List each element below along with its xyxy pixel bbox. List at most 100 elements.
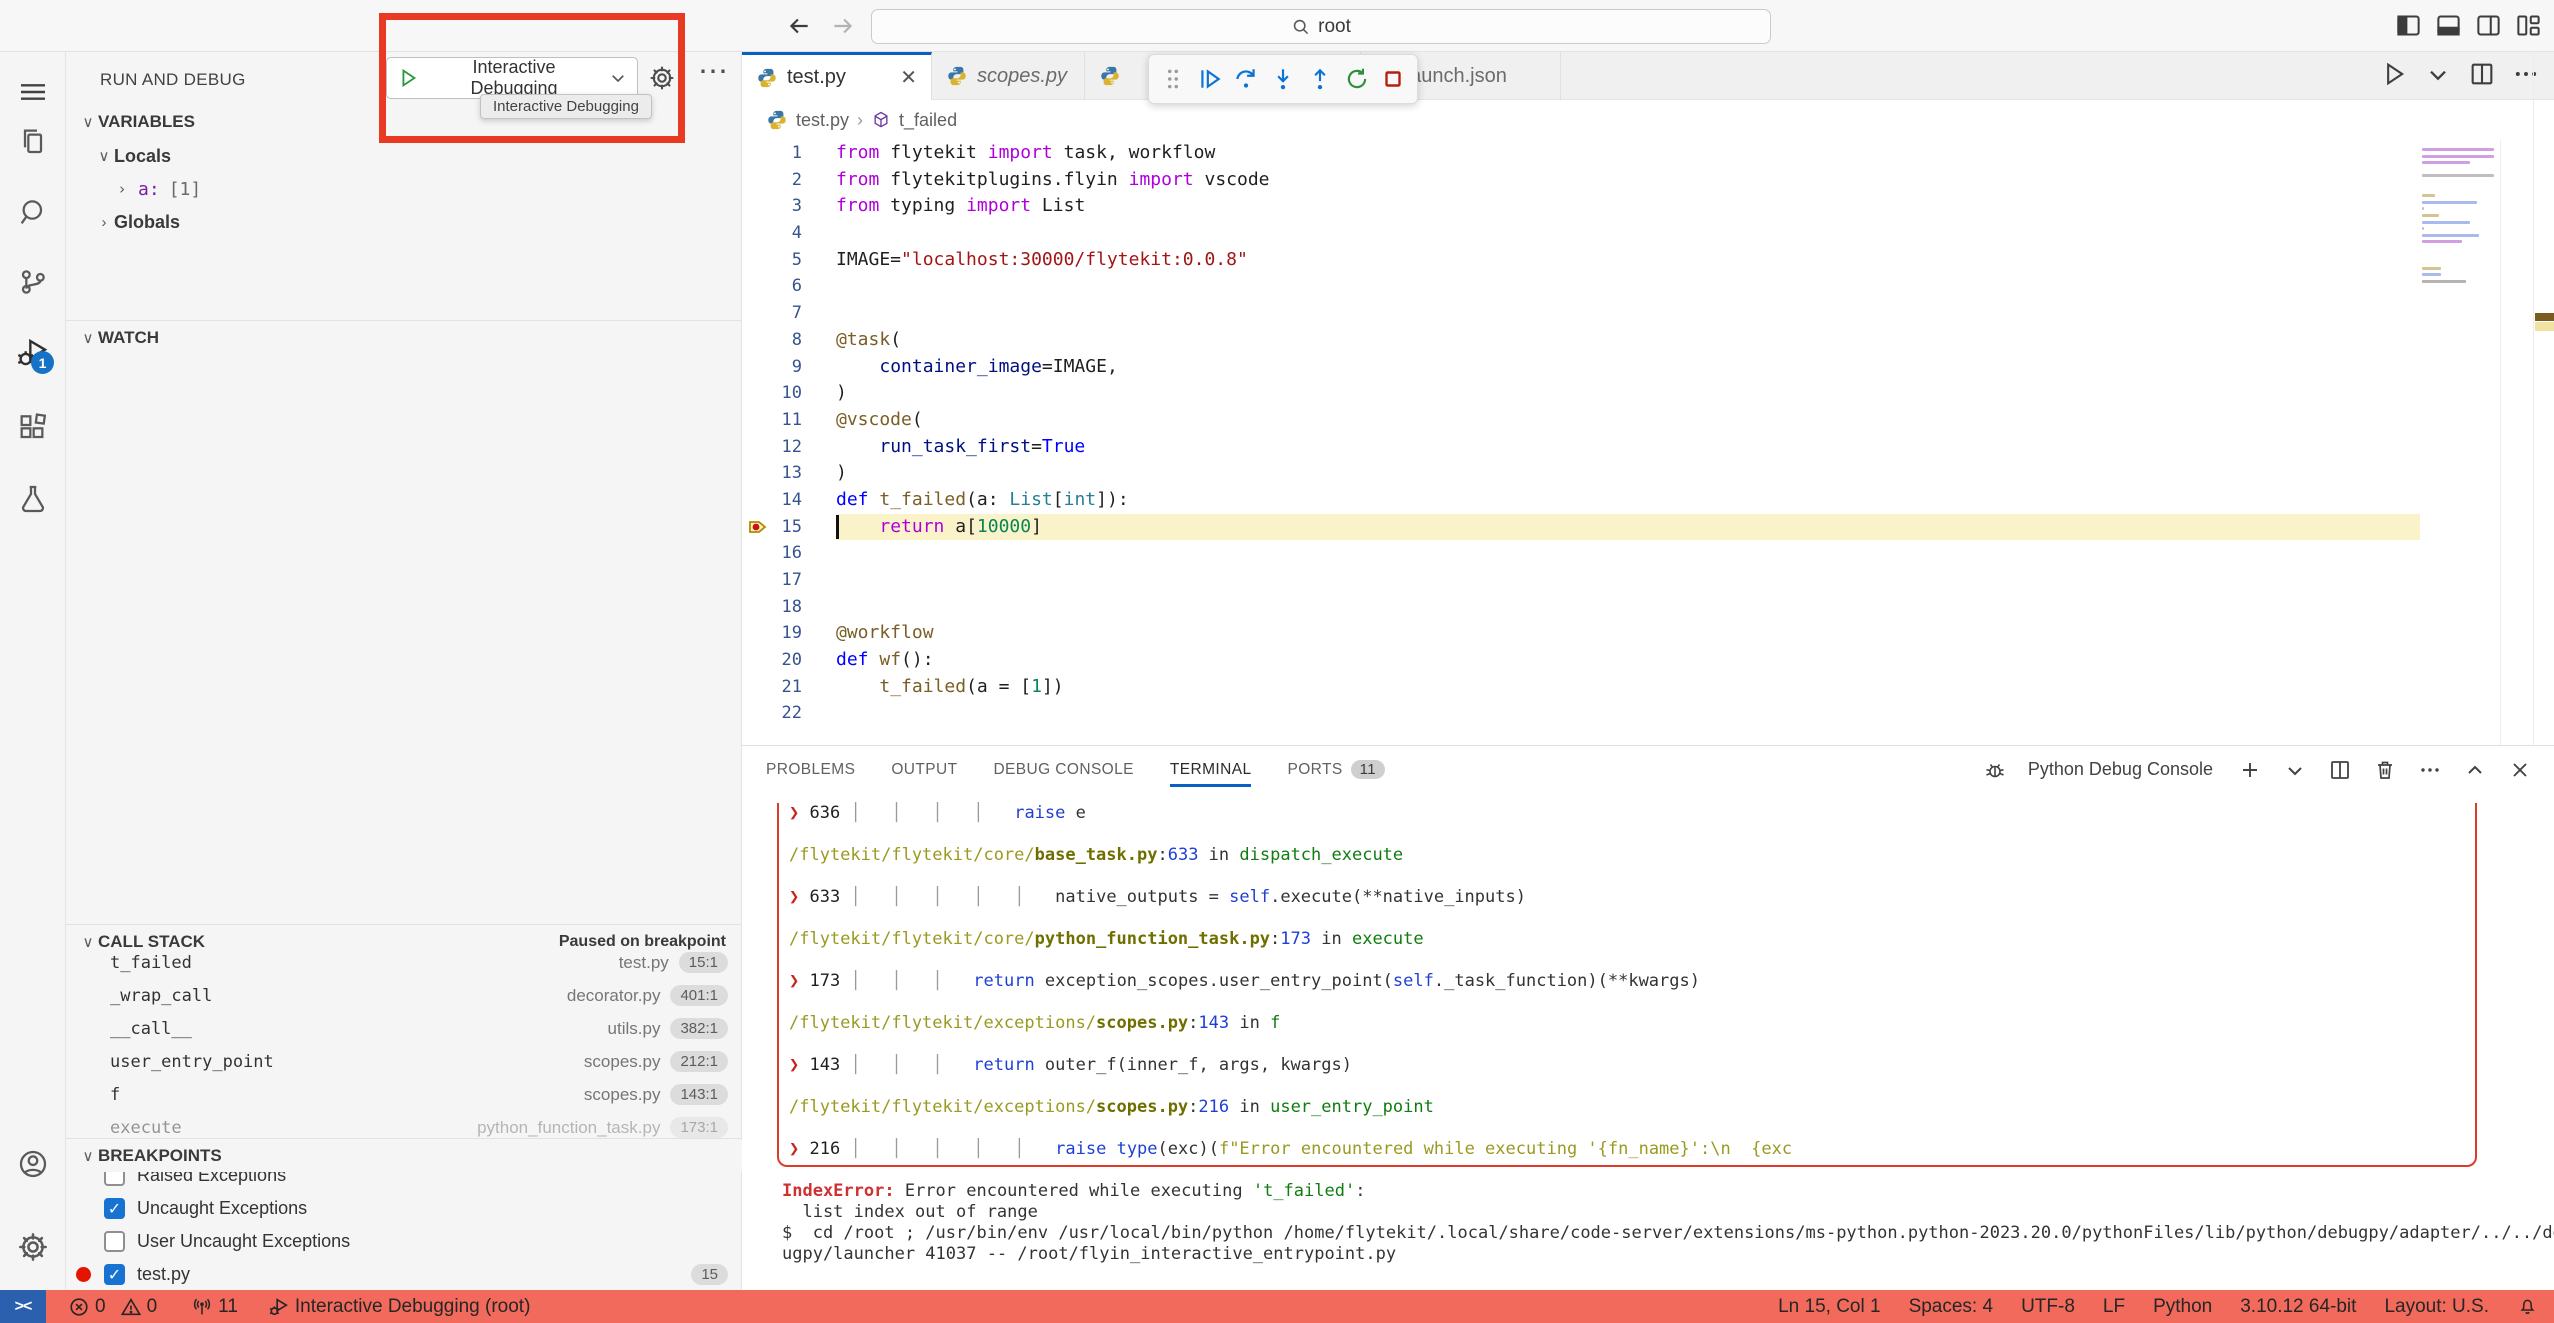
stack-frame[interactable]: fscopes.py143:1 bbox=[66, 1078, 742, 1111]
code-line[interactable]: 11@vscode( bbox=[742, 407, 2554, 434]
breakpoint-row[interactable]: User Uncaught Exceptions bbox=[66, 1225, 742, 1258]
testing-icon[interactable] bbox=[17, 483, 49, 515]
breakpoints-section-header[interactable]: ∨BREAKPOINTS bbox=[66, 1140, 742, 1172]
panel-tab-terminal[interactable]: TERMINAL bbox=[1170, 761, 1252, 779]
line-number[interactable]: 13 bbox=[742, 460, 836, 487]
step-over-icon[interactable] bbox=[1233, 66, 1259, 92]
breakpoint-row[interactable]: ✓test.py15 bbox=[66, 1258, 742, 1291]
ports-status[interactable]: 11 bbox=[191, 1296, 238, 1318]
locals-scope[interactable]: ∨Locals bbox=[66, 140, 742, 172]
stop-icon[interactable] bbox=[1380, 66, 1406, 92]
status-item[interactable]: 3.10.12 64-bit bbox=[2240, 1296, 2356, 1318]
terminal-dropdown-chevron-icon[interactable] bbox=[2283, 758, 2307, 782]
start-debug-icon[interactable] bbox=[397, 67, 419, 89]
code-line[interactable]: 14def t_failed(a: List[int]): bbox=[742, 487, 2554, 514]
explorer-icon[interactable] bbox=[17, 126, 49, 158]
search-sidebar-icon[interactable] bbox=[17, 196, 49, 228]
tab-test.py[interactable]: test.py✕ bbox=[742, 52, 932, 100]
run-dropdown-chevron-icon[interactable] bbox=[2424, 60, 2452, 88]
stack-frame[interactable]: t_failedtest.py15:1 bbox=[66, 946, 742, 979]
stack-frame[interactable]: __call__utils.py382:1 bbox=[66, 1012, 742, 1045]
panel-tab-problems[interactable]: PROBLEMS bbox=[766, 761, 855, 779]
status-item[interactable]: Python bbox=[2153, 1296, 2212, 1318]
restart-icon[interactable] bbox=[1344, 66, 1370, 92]
code-line[interactable]: 10) bbox=[742, 380, 2554, 407]
code-editor[interactable]: 1from flytekit import task, workflow2fro… bbox=[742, 140, 2554, 745]
tab-scopes.py[interactable]: scopes.py bbox=[932, 52, 1085, 100]
code-line[interactable]: 19@workflow bbox=[742, 620, 2554, 647]
line-number[interactable]: 14 bbox=[742, 487, 836, 514]
status-item[interactable]: Ln 15, Col 1 bbox=[1778, 1296, 1880, 1318]
line-number[interactable]: 3 bbox=[742, 193, 836, 220]
split-terminal-icon[interactable] bbox=[2328, 758, 2352, 782]
breakpoint-checkbox[interactable]: ✓ bbox=[104, 1198, 125, 1219]
code-line[interactable]: 3from typing import List bbox=[742, 193, 2554, 220]
toggle-sidebar-icon[interactable] bbox=[2395, 12, 2422, 39]
line-number[interactable]: 4 bbox=[742, 220, 836, 247]
line-number[interactable]: 11 bbox=[742, 407, 836, 434]
continue-icon[interactable] bbox=[1197, 66, 1223, 92]
code-line[interactable]: 4 bbox=[742, 220, 2554, 247]
code-line[interactable]: 16 bbox=[742, 540, 2554, 567]
account-icon[interactable] bbox=[17, 1148, 49, 1180]
line-number[interactable]: 8 bbox=[742, 327, 836, 354]
line-number[interactable]: 7 bbox=[742, 300, 836, 327]
breadcrumb-symbol[interactable]: t_failed bbox=[899, 110, 957, 131]
search-input[interactable]: root bbox=[871, 9, 1771, 44]
close-panel-icon[interactable] bbox=[2508, 758, 2532, 782]
close-tab-icon[interactable]: ✕ bbox=[900, 65, 917, 90]
line-number[interactable]: 9 bbox=[742, 354, 836, 381]
views-more-actions-icon[interactable]: ⋯ bbox=[698, 54, 730, 89]
forward-arrow-icon[interactable] bbox=[830, 13, 856, 39]
panel-more-actions-icon[interactable] bbox=[2418, 758, 2442, 782]
editor-scrollbar[interactable] bbox=[2500, 140, 2533, 745]
split-editor-icon[interactable] bbox=[2468, 60, 2496, 88]
code-line[interactable]: 9 container_image=IMAGE, bbox=[742, 354, 2554, 381]
code-line[interactable]: 12 run_task_first=True bbox=[742, 434, 2554, 461]
line-number[interactable]: 20 bbox=[742, 647, 836, 674]
code-line[interactable]: 22 bbox=[742, 700, 2554, 727]
code-line[interactable]: 15 return a[10000] bbox=[742, 514, 2554, 541]
run-python-file-icon[interactable] bbox=[2380, 60, 2408, 88]
variable-a[interactable]: › a: [1] bbox=[66, 173, 742, 205]
code-line[interactable]: 7 bbox=[742, 300, 2554, 327]
step-into-icon[interactable] bbox=[1270, 66, 1296, 92]
debug-config-dropdown[interactable]: Interactive Debugging bbox=[386, 57, 638, 99]
code-line[interactable]: 2from flytekitplugins.flyin import vscod… bbox=[742, 167, 2554, 194]
breakpoint-row[interactable]: ✓Uncaught Exceptions bbox=[66, 1192, 742, 1225]
stack-frame[interactable]: executepython_function_task.py173:1 bbox=[66, 1111, 742, 1138]
code-line[interactable]: 20def wf(): bbox=[742, 647, 2554, 674]
code-line[interactable]: 21 t_failed(a = [1]) bbox=[742, 674, 2554, 701]
panel-tab-ports[interactable]: PORTS11 bbox=[1287, 761, 1385, 779]
breakpoint-checkbox[interactable] bbox=[104, 1231, 125, 1252]
line-number[interactable]: 16 bbox=[742, 540, 836, 567]
toolbar-drag-handle[interactable] bbox=[1160, 66, 1186, 92]
minimap[interactable] bbox=[2420, 140, 2500, 745]
kill-terminal-icon[interactable] bbox=[2373, 758, 2397, 782]
variables-section-header[interactable]: ∨VARIABLES bbox=[66, 106, 742, 138]
status-item[interactable]: Spaces: 4 bbox=[1909, 1296, 1994, 1318]
line-number[interactable]: 10 bbox=[742, 380, 836, 407]
debug-settings-gear-icon[interactable] bbox=[648, 64, 676, 92]
breadcrumb-file[interactable]: test.py bbox=[796, 110, 849, 131]
status-item[interactable]: UTF-8 bbox=[2021, 1296, 2075, 1318]
problems-status[interactable]: 0 0 bbox=[68, 1296, 157, 1318]
code-line[interactable]: 8@task( bbox=[742, 327, 2554, 354]
step-out-icon[interactable] bbox=[1307, 66, 1333, 92]
code-line[interactable]: 13) bbox=[742, 460, 2554, 487]
customize-layout-icon[interactable] bbox=[2515, 12, 2542, 39]
code-line[interactable]: 6 bbox=[742, 273, 2554, 300]
terminal-output[interactable]: ❯ 636 │ │ │ │ raise e/flytekit/flytekit/… bbox=[742, 793, 2554, 1291]
back-arrow-icon[interactable] bbox=[786, 13, 812, 39]
breakpoint-checkbox[interactable]: ✓ bbox=[104, 1264, 125, 1285]
code-line[interactable]: 18 bbox=[742, 594, 2554, 621]
new-terminal-icon[interactable] bbox=[2238, 758, 2262, 782]
line-number[interactable]: 18 bbox=[742, 594, 836, 621]
line-number[interactable]: 22 bbox=[742, 700, 836, 727]
line-number[interactable]: 12 bbox=[742, 434, 836, 461]
source-control-icon[interactable] bbox=[17, 266, 49, 298]
breakpoint-current-icon[interactable] bbox=[748, 517, 768, 537]
run-and-debug-icon[interactable]: 1 bbox=[17, 337, 49, 369]
globals-scope[interactable]: ›Globals bbox=[66, 206, 742, 238]
watch-section-header[interactable]: ∨WATCH bbox=[66, 322, 742, 354]
